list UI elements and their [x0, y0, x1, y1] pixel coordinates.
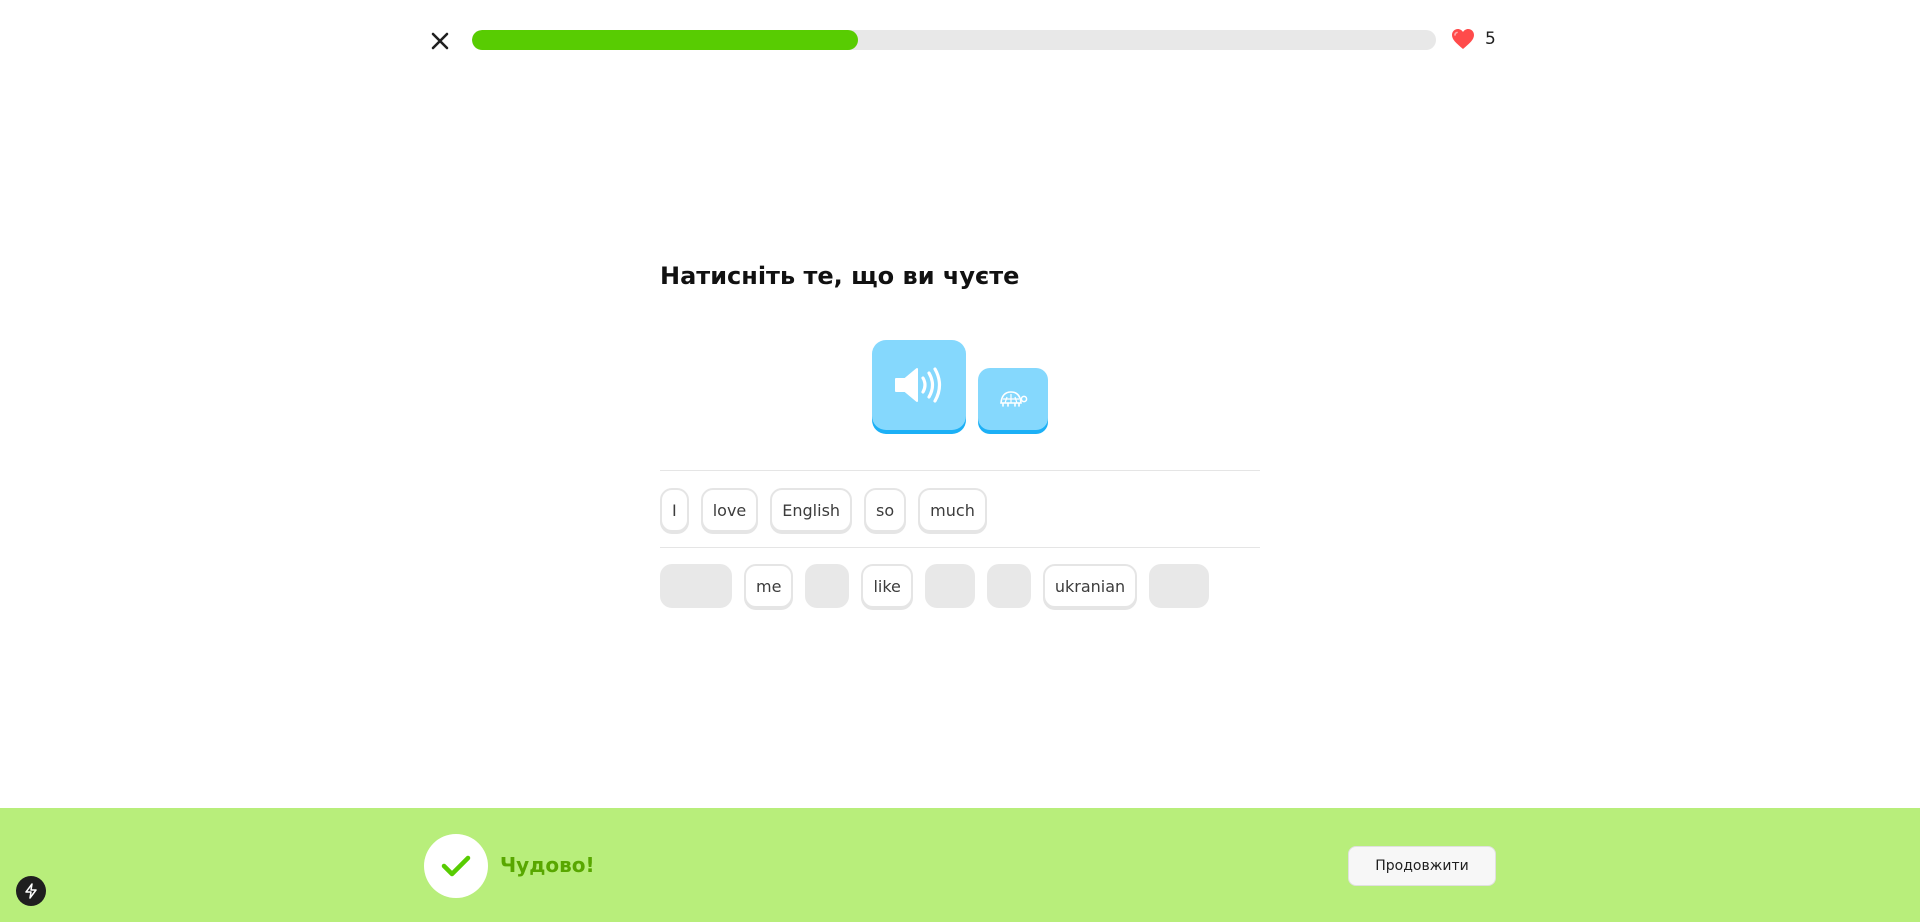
continue-button[interactable]: Продовжити [1348, 846, 1496, 886]
turtle-icon [1000, 391, 1028, 407]
lesson-header: 5 [425, 24, 1497, 54]
lesson-progress-fill [472, 30, 858, 50]
lesson-progress-bar [472, 30, 1436, 50]
heart-icon [1452, 29, 1474, 49]
word-bank-placeholder [986, 564, 1031, 608]
close-icon [431, 32, 449, 50]
lesson-page: 5 Натисніть те, що ви чуєте Ilove English… [0, 0, 1920, 922]
word-bank-placeholder [924, 564, 975, 608]
feedback-message: Чудово! [500, 853, 595, 877]
word-bank: me like ukranian [660, 564, 1210, 608]
speaker-icon [895, 367, 942, 403]
success-badge [424, 834, 488, 898]
word-bank-placeholder [1149, 564, 1210, 608]
word-bank-tile[interactable]: like [861, 564, 913, 608]
answer-words: Ilove English so much [660, 488, 987, 532]
word-bank-placeholder [660, 564, 732, 608]
checkmark-icon [441, 855, 471, 877]
feedback-banner: Чудово! Продовжити [0, 808, 1920, 922]
word-bank-tile[interactable]: ukranian [1042, 564, 1138, 608]
close-button[interactable] [425, 26, 455, 56]
answer-word-tile[interactable]: love [700, 488, 759, 532]
answer-word-tile[interactable]: so [864, 488, 907, 532]
play-slow-audio-button[interactable] [978, 368, 1048, 430]
bolt-button[interactable] [16, 876, 46, 906]
bolt-icon [25, 883, 37, 899]
answer-area: Ilove English so much [660, 470, 1260, 548]
answer-word-tile[interactable]: much [918, 488, 987, 532]
answer-word-tile[interactable]: English [770, 488, 853, 532]
word-bank-placeholder [805, 564, 850, 608]
exercise-prompt: Натисніть те, що ви чуєте [660, 262, 1020, 290]
hearts-count: 5 [1485, 29, 1496, 49]
hearts-counter: 5 [1451, 26, 1496, 52]
play-audio-button[interactable] [872, 340, 966, 430]
answer-word-tile[interactable]: I [660, 488, 689, 532]
word-bank-tile[interactable]: me [744, 564, 794, 608]
